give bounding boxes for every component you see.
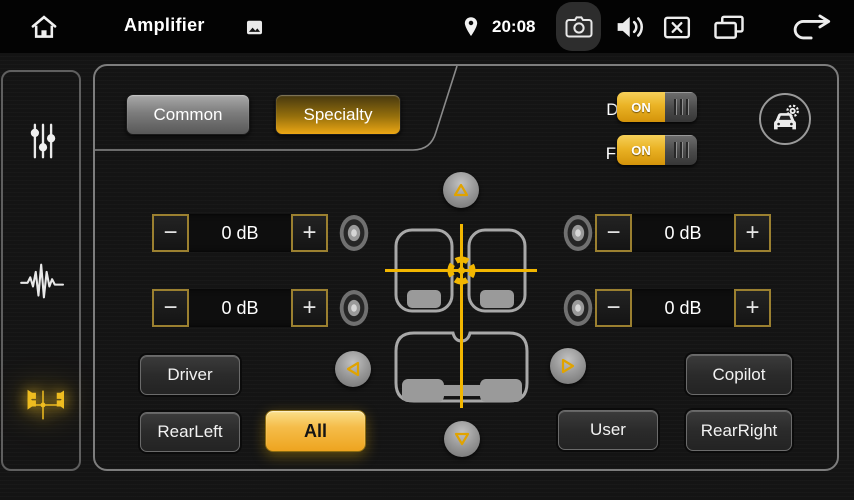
front-left-gain-value: 0 dB: [189, 214, 291, 252]
rear-left-plus-button[interactable]: +: [291, 289, 328, 327]
home-button[interactable]: [24, 10, 64, 44]
balance-target[interactable]: [451, 260, 473, 282]
right-triangle-icon: [560, 357, 576, 375]
fader-toggle-handle: [665, 135, 697, 165]
car-settings-button[interactable]: [759, 93, 811, 145]
status-bar: Amplifier 20:08: [0, 0, 854, 53]
page-title: Amplifier: [124, 15, 205, 36]
gain-row-rear-left: − 0 dB +: [152, 289, 328, 327]
rear-left-gain-value: 0 dB: [189, 289, 291, 327]
delay-toggle-handle: [665, 92, 697, 122]
volume-icon: [614, 13, 648, 41]
gain-row-front-right: − 0 dB +: [595, 214, 771, 252]
tab-specialty[interactable]: Specialty: [275, 94, 401, 135]
amplifier-panel: Common Specialty Delay ON Fader ON: [93, 64, 839, 471]
camera-icon: [564, 14, 594, 40]
recent-apps-button[interactable]: [710, 13, 748, 41]
left-triangle-icon: [345, 360, 361, 378]
rear-right-speaker-icon: [559, 287, 597, 329]
front-right-speaker-icon: [559, 212, 597, 254]
volume-button[interactable]: [612, 12, 650, 42]
rear-right-minus-button[interactable]: −: [595, 289, 632, 327]
nudge-up-button[interactable]: [443, 172, 479, 208]
rear-right-gain-value: 0 dB: [632, 289, 734, 327]
front-left-speaker-icon: [335, 212, 373, 254]
home-icon: [29, 13, 59, 41]
down-triangle-icon: [453, 431, 471, 447]
tab-common[interactable]: Common: [126, 94, 250, 135]
clock: 20:08: [492, 17, 535, 37]
gain-row-front-left: − 0 dB +: [152, 214, 328, 252]
camera-button[interactable]: [556, 2, 601, 51]
windows-icon: [712, 14, 746, 41]
delay-toggle-state: ON: [617, 92, 665, 122]
fader-toggle-state: ON: [617, 135, 665, 165]
preset-all-button[interactable]: All: [265, 410, 366, 452]
wallpaper-button[interactable]: [244, 17, 264, 37]
front-right-gain-value: 0 dB: [632, 214, 734, 252]
up-triangle-icon: [452, 182, 470, 198]
sidebar-item-balance-active[interactable]: [3, 370, 83, 440]
preset-user-button[interactable]: User: [558, 410, 658, 450]
sidebar-item-equalizer[interactable]: [3, 106, 83, 176]
nudge-down-button[interactable]: [444, 421, 480, 457]
preset-copilot-button[interactable]: Copilot: [686, 354, 792, 395]
nudge-right-button[interactable]: [550, 348, 586, 384]
nudge-left-button[interactable]: [335, 351, 371, 387]
waveform-icon: [19, 261, 67, 301]
back-arrow-icon: [788, 14, 832, 41]
preset-rearright-button[interactable]: RearRight: [686, 410, 792, 451]
sidebar-item-sound-effect[interactable]: [3, 246, 83, 316]
front-left-plus-button[interactable]: +: [291, 214, 328, 252]
delay-toggle[interactable]: ON: [617, 92, 697, 122]
close-box-icon: [663, 15, 691, 40]
equalizer-icon: [25, 121, 61, 161]
rear-left-minus-button[interactable]: −: [152, 289, 189, 327]
gain-row-rear-right: − 0 dB +: [595, 289, 771, 327]
rear-left-speaker-icon: [335, 287, 373, 329]
location-indicator: [461, 13, 481, 40]
car-settings-icon: [767, 101, 803, 137]
preset-driver-button[interactable]: Driver: [140, 355, 240, 395]
close-app-button[interactable]: [661, 13, 693, 41]
preset-rearleft-button[interactable]: RearLeft: [140, 412, 240, 452]
balance-fader-icon: [22, 384, 64, 426]
fader-toggle[interactable]: ON: [617, 135, 697, 165]
rear-right-plus-button[interactable]: +: [734, 289, 771, 327]
location-pin-icon: [462, 14, 480, 40]
front-right-minus-button[interactable]: −: [595, 214, 632, 252]
head-unit-screen: Amplifier 20:08: [0, 0, 854, 500]
photo-icon: [245, 18, 264, 37]
front-left-minus-button[interactable]: −: [152, 214, 189, 252]
front-right-plus-button[interactable]: +: [734, 214, 771, 252]
sidebar: [1, 70, 81, 471]
back-button[interactable]: [786, 13, 834, 41]
